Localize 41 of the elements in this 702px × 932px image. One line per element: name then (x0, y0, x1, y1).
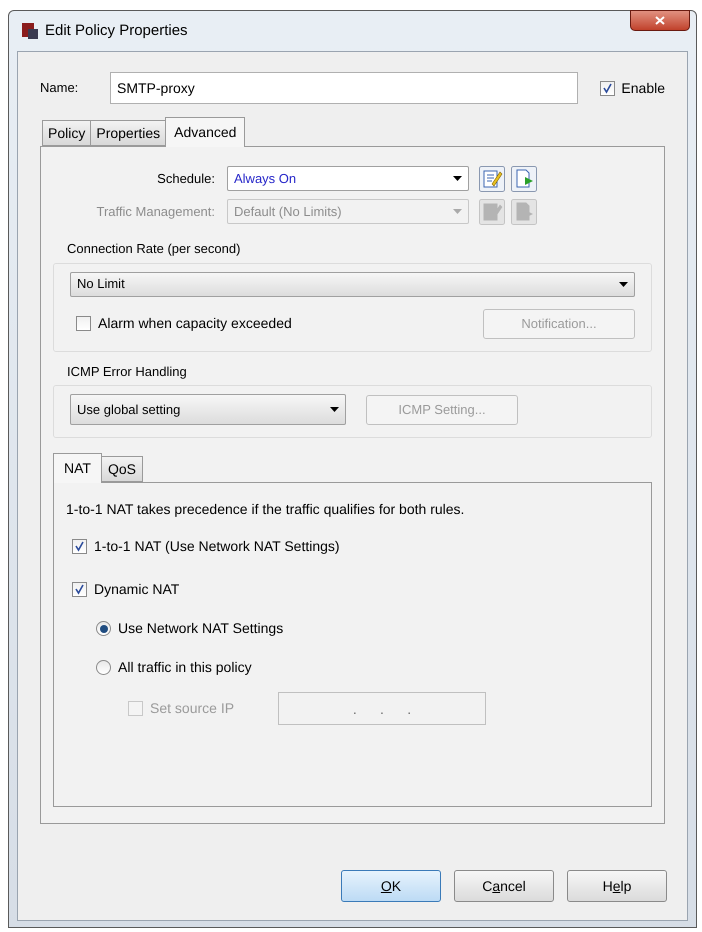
radio-label: Use Network NAT Settings (118, 619, 284, 638)
dialog-button[interactable]: Help (567, 870, 667, 902)
name-field[interactable]: SMTP-proxy (110, 72, 578, 104)
app-icon (21, 22, 39, 40)
group-title: ICMP Error Handling (67, 364, 187, 378)
caret-icon (453, 176, 462, 181)
checkbox[interactable] (72, 582, 87, 597)
checkbox[interactable] (76, 316, 91, 331)
tab[interactable]: Policy (42, 120, 90, 146)
group-title: Connection Rate (per second) (67, 241, 240, 256)
tab[interactable]: Advanced (165, 117, 246, 147)
radio-button[interactable] (96, 621, 111, 636)
edit-icon[interactable] (479, 166, 505, 192)
field-label: Name: (40, 79, 80, 98)
info-text: 1-to-1 NAT takes precedence if the traffic qualifies for both rules. (66, 500, 466, 519)
checkbox-label: Set source IP (150, 699, 236, 718)
close-icon (655, 16, 665, 25)
window-title: Edit Policy Properties (45, 20, 188, 41)
checkbox-label: Dynamic NAT (94, 580, 180, 599)
checkbox-label: Alarm when capacity exceeded (98, 314, 292, 333)
dialog-button[interactable]: OK (341, 870, 441, 902)
dialog-button[interactable]: Cancel (454, 870, 554, 902)
tab[interactable]: NAT (53, 453, 102, 483)
caret-icon (619, 282, 628, 286)
tab[interactable]: Properties (90, 120, 166, 146)
caret-icon (330, 407, 339, 412)
tab[interactable]: QoS (102, 456, 143, 482)
checkbox[interactable] (72, 539, 87, 554)
dropdown[interactable]: No Limit (70, 272, 635, 296)
dropdown[interactable]: Always On (227, 166, 469, 191)
add-icon[interactable] (511, 166, 537, 192)
checkbox-label: 1-to-1 NAT (Use Network NAT Settings) (94, 537, 340, 556)
field-label: Traffic Management: (96, 202, 216, 221)
field-label: Schedule: (156, 170, 216, 188)
dropdown[interactable]: Use global setting (70, 394, 346, 425)
close-button[interactable] (630, 10, 690, 31)
radio-button[interactable] (96, 660, 111, 675)
checkbox-label: Enable (621, 78, 665, 98)
radio-label: All traffic in this policy (118, 658, 252, 677)
checkbox[interactable] (600, 80, 616, 96)
caret-icon (453, 209, 462, 214)
